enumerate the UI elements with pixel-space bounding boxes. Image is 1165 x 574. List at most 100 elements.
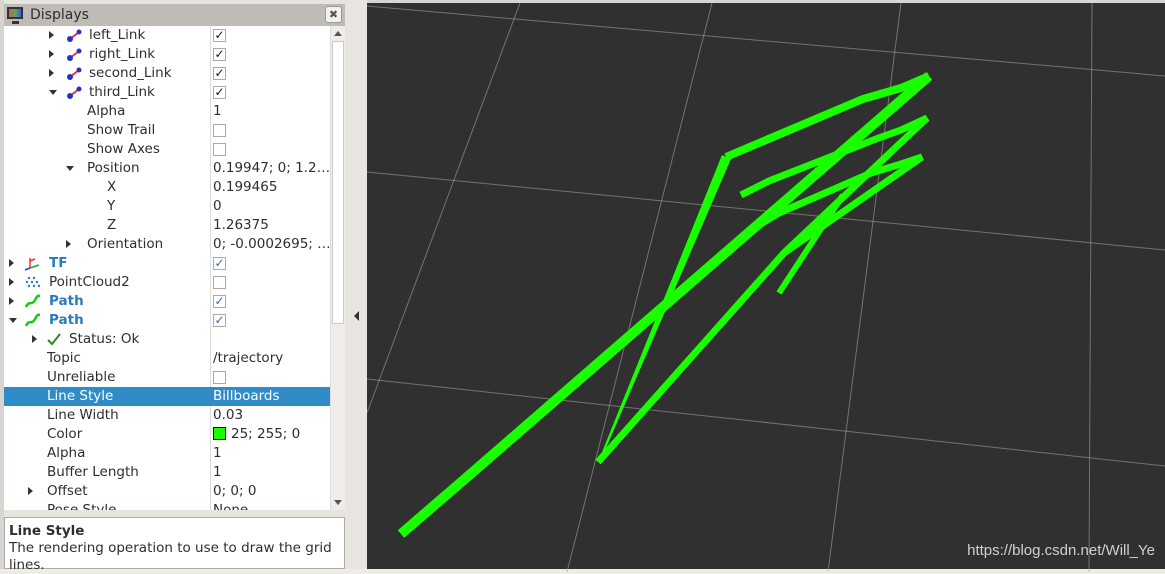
panel-splitter[interactable] [4, 510, 345, 517]
displays-title-bar: Displays ✖ [4, 4, 345, 26]
row-label: Topic [47, 350, 81, 366]
expand-arrow-right-icon[interactable] [28, 487, 33, 495]
row-label: Color [47, 426, 83, 442]
render-canvas[interactable] [367, 0, 1165, 572]
row-value[interactable]: 1 [213, 464, 222, 480]
tree-row[interactable]: Z 1.26375 [4, 216, 330, 235]
visibility-checkbox[interactable]: ✓ [213, 295, 226, 308]
row-label: Alpha [87, 103, 126, 119]
row-label: Show Axes [87, 141, 160, 157]
row-label: TF [49, 255, 68, 271]
row-label: Line Width [47, 407, 119, 423]
expand-arrow-right-icon[interactable] [49, 69, 54, 77]
expand-arrow-down-icon[interactable] [66, 166, 74, 171]
expand-arrow-right-icon[interactable] [9, 259, 14, 267]
tree-row[interactable]: third_Link ✓ [4, 83, 330, 102]
scroll-up-icon[interactable] [334, 31, 342, 36]
row-value[interactable]: 1 [213, 445, 222, 461]
tree-row[interactable]: PointCloud2 [4, 273, 330, 292]
tree-row[interactable]: Line Width 0.03 [4, 406, 330, 425]
tree-row[interactable]: Pose Style None [4, 501, 330, 510]
visibility-checkbox[interactable] [213, 276, 226, 289]
link-icon [66, 47, 84, 62]
color-value: 25; 255; 0 [231, 426, 301, 442]
description-title: Line Style [9, 523, 85, 539]
row-label: Pose Style [47, 502, 117, 510]
row-value[interactable]: None [213, 502, 248, 510]
close-icon[interactable]: ✖ [325, 6, 342, 23]
tree-row[interactable]: Orientation 0; -0.0002695; … [4, 235, 330, 254]
expand-arrow-down-icon[interactable] [49, 90, 57, 95]
status-ok-icon [46, 332, 64, 347]
visibility-checkbox[interactable]: ✓ [213, 48, 226, 61]
visibility-checkbox[interactable] [213, 371, 226, 384]
tree-row[interactable]: Y0 [4, 197, 330, 216]
expand-arrow-right-icon[interactable] [49, 50, 54, 58]
tree-row[interactable]: TF ✓ [4, 254, 330, 273]
color-swatch[interactable] [213, 427, 226, 440]
tree-row[interactable]: Show Axes [4, 140, 330, 159]
tree-scrollbar[interactable] [330, 26, 345, 510]
row-value[interactable]: 0.03 [213, 407, 243, 423]
tree-row[interactable]: Alpha 1 [4, 444, 330, 463]
tree-row[interactable]: Show Trail [4, 121, 330, 140]
3d-viewport[interactable]: https://blog.csdn.net/Will_Ye [367, 0, 1165, 572]
row-value[interactable]: 0.199465 [213, 179, 277, 195]
visibility-checkbox[interactable]: ✓ [213, 29, 226, 42]
row-value[interactable]: 25; 255; 0 [213, 426, 300, 442]
row-label: Path [49, 293, 84, 309]
tree-row[interactable]: Status: Ok [4, 330, 330, 349]
visibility-checkbox[interactable] [213, 143, 226, 156]
tree-row[interactable]: Topic/trajectory [4, 349, 330, 368]
visibility-checkbox[interactable]: ✓ [213, 86, 226, 99]
visibility-checkbox[interactable] [213, 124, 226, 137]
tree-row[interactable]: Alpha 1 [4, 102, 330, 121]
tree-row[interactable]: right_Link ✓ [4, 45, 330, 64]
scrollbar-thumb[interactable] [332, 41, 344, 324]
expand-arrow-right-icon[interactable] [9, 297, 14, 305]
tf-icon [24, 256, 42, 271]
collapse-left-icon[interactable] [354, 311, 359, 321]
row-value[interactable]: 0; 0; 0 [213, 483, 256, 499]
visibility-checkbox[interactable]: ✓ [213, 257, 226, 270]
link-icon [66, 85, 84, 100]
visibility-checkbox[interactable]: ✓ [213, 67, 226, 80]
expand-arrow-right-icon[interactable] [9, 278, 14, 286]
row-value[interactable]: 1.26375 [213, 217, 269, 233]
tree-row[interactable]: Line Style Billboards [4, 387, 330, 406]
tree-row[interactable]: Path ✓ [4, 311, 330, 330]
expand-arrow-down-icon[interactable] [9, 318, 17, 323]
tree-row[interactable]: Offset 0; 0; 0 [4, 482, 330, 501]
row-value[interactable]: 0.19947; 0; 1.2… [213, 160, 330, 176]
link-icon [66, 66, 84, 81]
tree-row[interactable]: Color 25; 255; 0 [4, 425, 330, 444]
tree-row[interactable]: left_Link ✓ [4, 26, 330, 45]
monitor-icon [7, 7, 23, 24]
panel-title: Displays [30, 7, 89, 23]
row-value[interactable]: 0; -0.0002695; … [213, 236, 330, 252]
row-value[interactable]: Billboards [213, 388, 280, 404]
row-label: Buffer Length [47, 464, 139, 480]
row-label: Path [49, 312, 84, 328]
tree-row[interactable]: second_Link ✓ [4, 64, 330, 83]
tree-row[interactable]: Buffer Length 1 [4, 463, 330, 482]
tree-row[interactable]: Position 0.19947; 0; 1.2… [4, 159, 330, 178]
path-icon [24, 294, 42, 309]
tree-row[interactable]: X 0.199465 [4, 178, 330, 197]
scroll-down-icon[interactable] [334, 500, 342, 505]
property-description: Line Style The rendering operation to us… [4, 517, 345, 573]
expand-arrow-right-icon[interactable] [66, 240, 71, 248]
row-value[interactable]: 1 [213, 103, 222, 119]
visibility-checkbox[interactable]: ✓ [213, 314, 226, 327]
grid-line [1088, 2, 1093, 572]
row-value[interactable]: 0 [213, 198, 222, 214]
expand-arrow-right-icon[interactable] [49, 31, 54, 39]
tree-row[interactable]: Path ✓ [4, 292, 330, 311]
row-label: Line Style [47, 388, 114, 404]
row-label: Z [107, 217, 117, 233]
expand-arrow-right-icon[interactable] [32, 335, 37, 343]
grid-line [367, 2, 521, 414]
row-value[interactable]: /trajectory [213, 350, 283, 366]
row-label: Y [107, 198, 116, 214]
tree-row[interactable]: Unreliable [4, 368, 330, 387]
